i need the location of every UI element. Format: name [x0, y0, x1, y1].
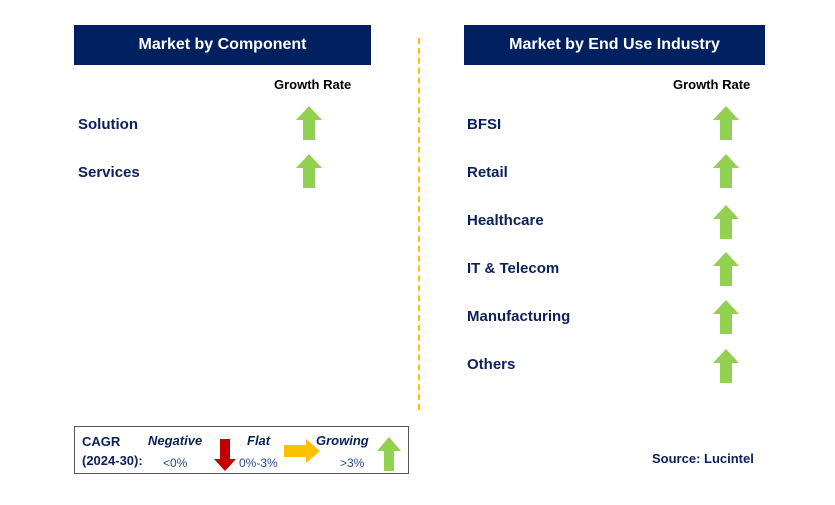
up-arrow-icon: [713, 252, 739, 286]
up-arrow-icon: [377, 437, 401, 471]
component-item-solution: Solution: [78, 116, 138, 133]
source-label: Source: Lucintel: [652, 451, 754, 466]
up-arrow-icon: [713, 154, 739, 188]
component-item-services: Services: [78, 164, 140, 181]
panel-divider: [418, 38, 420, 410]
up-arrow-icon: [296, 154, 322, 188]
end-use-item-it-telecom: IT & Telecom: [467, 260, 560, 277]
up-arrow-icon: [713, 205, 739, 239]
legend-period-label: (2024-30):: [82, 453, 143, 468]
legend-cagr-label: CAGR: [82, 434, 121, 449]
down-arrow-icon: [214, 439, 236, 471]
end-use-item-retail: Retail: [467, 164, 508, 181]
cagr-legend: CAGR (2024-30): Negative <0% Flat 0%-3% …: [74, 426, 409, 474]
end-use-item-manufacturing: Manufacturing: [467, 308, 571, 325]
up-arrow-icon: [713, 349, 739, 383]
legend-flat-label: Flat: [247, 433, 271, 448]
legend-growing-range: >3%: [340, 456, 365, 470]
legend-flat-range: 0%-3%: [239, 456, 278, 470]
legend-growing-label: Growing: [316, 433, 369, 448]
legend-negative-range: <0%: [163, 456, 188, 470]
up-arrow-icon: [713, 106, 739, 140]
component-panel-header: Market by Component: [74, 25, 371, 65]
up-arrow-icon: [296, 106, 322, 140]
component-growth-rate-header: Growth Rate: [274, 77, 352, 92]
end-use-item-healthcare: Healthcare: [467, 212, 544, 229]
legend-negative-label: Negative: [148, 433, 203, 448]
end-use-panel-header: Market by End Use Industry: [464, 25, 765, 65]
end-use-item-bfsi: BFSI: [467, 116, 502, 133]
right-arrow-icon: [284, 439, 320, 463]
up-arrow-icon: [713, 300, 739, 334]
end-use-item-others: Others: [467, 356, 516, 373]
end-use-growth-rate-header: Growth Rate: [673, 77, 751, 92]
